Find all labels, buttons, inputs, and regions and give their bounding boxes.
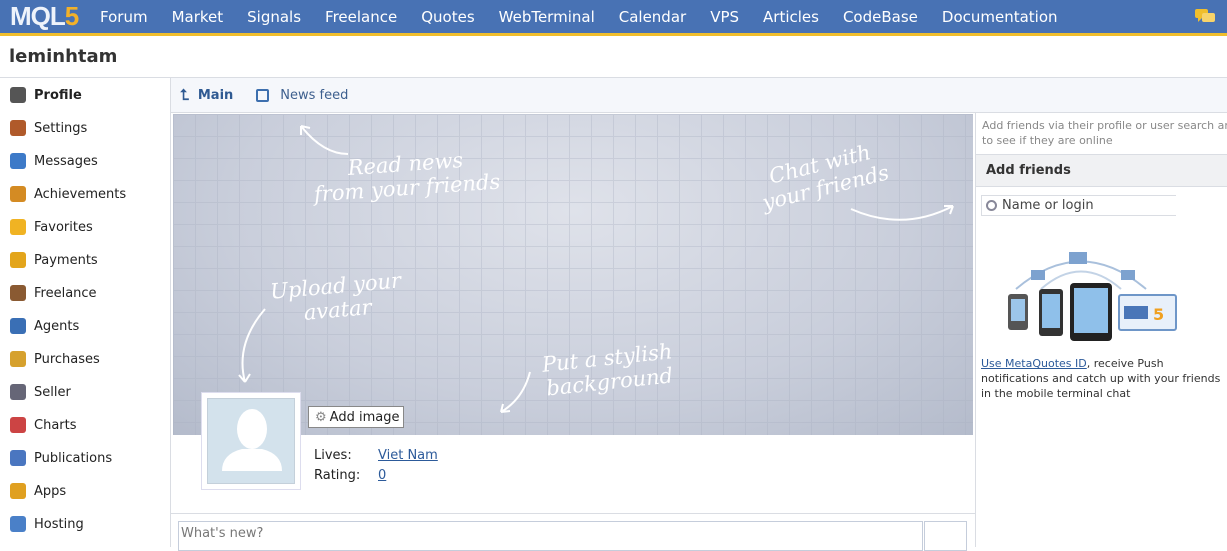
- tab-main[interactable]: ⮤ Main: [180, 86, 233, 104]
- sidebar-item-label: Apps: [34, 483, 67, 499]
- sidebar-item-seller[interactable]: Seller: [10, 382, 71, 402]
- nav-codebase[interactable]: CodeBase: [843, 8, 918, 26]
- sidebar-item-apps[interactable]: Apps: [10, 481, 66, 501]
- star-icon: [10, 219, 26, 235]
- messages-icon: [10, 153, 26, 169]
- chart-icon: [10, 417, 26, 433]
- newspaper-icon: [256, 88, 270, 102]
- svg-text:5: 5: [1153, 305, 1164, 324]
- sidebar-item-payments[interactable]: Payments: [10, 250, 98, 270]
- nav-calendar[interactable]: Calendar: [619, 8, 686, 26]
- sidebar-item-label: Agents: [34, 318, 80, 334]
- sidebar-item-freelance[interactable]: Freelance: [10, 283, 97, 303]
- avatar-placeholder-icon: [222, 409, 282, 471]
- top-nav: MQL5 Forum Market Signals Freelance Quot…: [0, 0, 1227, 36]
- sidebar-item-label: Publications: [34, 450, 113, 466]
- page-title: leminhtam: [9, 46, 118, 67]
- sidebar-item-achievements[interactable]: Achievements: [10, 184, 126, 204]
- sidebar-item-label: Hosting: [34, 516, 84, 532]
- nav-webterminal[interactable]: WebTerminal: [499, 8, 595, 26]
- add-image-button[interactable]: ⚙ Add image: [308, 406, 404, 428]
- sidebar-item-publications[interactable]: Publications: [10, 448, 112, 468]
- avatar[interactable]: [201, 392, 301, 490]
- purchases-icon: [10, 351, 26, 367]
- right-panel: Add friends via their profile or user se…: [975, 113, 1227, 547]
- nav-documentation[interactable]: Documentation: [942, 8, 1058, 26]
- medal-icon: [10, 186, 26, 202]
- apps-icon: [10, 483, 26, 499]
- sidebar-item-label: Favorites: [34, 219, 93, 235]
- sidebar-item-profile[interactable]: Profile: [10, 85, 82, 105]
- nav-freelance[interactable]: Freelance: [325, 8, 397, 26]
- sidebar: Profile Settings Messages Achievements Favor…: [0, 78, 171, 547]
- sidebar-item-charts[interactable]: Charts: [10, 415, 77, 435]
- chat-icon[interactable]: [1195, 9, 1215, 24]
- sidebar-item-label: Achievements: [34, 186, 127, 202]
- country-link[interactable]: Viet Nam: [378, 448, 438, 463]
- lives-label: Lives:: [314, 448, 352, 463]
- nav-signals[interactable]: Signals: [247, 8, 301, 26]
- add-friends-heading: Add friends: [976, 154, 1227, 187]
- user-icon: [10, 87, 26, 103]
- hosting-icon: [10, 516, 26, 532]
- sidebar-item-settings[interactable]: Settings: [10, 118, 87, 138]
- sidebar-item-label: Purchases: [34, 351, 100, 367]
- sidebar-item-label: Profile: [34, 87, 82, 103]
- sidebar-item-hosting[interactable]: Hosting: [10, 514, 84, 534]
- settings-icon: [10, 120, 26, 136]
- sidebar-item-label: Seller: [34, 384, 71, 400]
- sidebar-item-label: Settings: [34, 120, 88, 136]
- sidebar-item-favorites[interactable]: Favorites: [10, 217, 93, 237]
- add-friends-hint: Add friends via their profile or user se…: [982, 119, 1227, 147]
- mobile-devices-illustration: 5: [1008, 252, 1177, 341]
- nav-articles[interactable]: Articles: [763, 8, 819, 26]
- sidebar-item-label: Payments: [34, 252, 98, 268]
- divider: [171, 513, 976, 514]
- sidebar-item-messages[interactable]: Messages: [10, 151, 98, 171]
- seller-icon: [10, 384, 26, 400]
- briefcase-icon: [10, 285, 26, 301]
- gear-icon: [10, 318, 26, 334]
- nav-quotes[interactable]: Quotes: [421, 8, 474, 26]
- profile-tabs: ⮤ Main News feed: [171, 78, 1227, 113]
- sidebar-item-label: Charts: [34, 417, 77, 433]
- sidebar-item-purchases[interactable]: Purchases: [10, 349, 100, 369]
- gear-icon: ⚙: [315, 409, 327, 425]
- tab-news-feed[interactable]: News feed: [256, 88, 348, 103]
- metaquotes-id-link[interactable]: Use MetaQuotes ID: [981, 357, 1087, 370]
- rating-label: Rating:: [314, 468, 361, 483]
- cover-image: Read news from your friends Chat with your…: [173, 114, 973, 435]
- sidebar-item-label: Freelance: [34, 285, 97, 301]
- arrow-icons: [238, 125, 954, 413]
- nav-forum[interactable]: Forum: [100, 8, 148, 26]
- coins-icon: [10, 252, 26, 268]
- sidebar-item-agents[interactable]: Agents: [10, 316, 79, 336]
- search-icon: [986, 200, 997, 211]
- back-arrow-icon: ⮤: [180, 86, 189, 104]
- nav-vps[interactable]: VPS: [710, 8, 739, 26]
- mql5-logo[interactable]: MQL5: [0, 1, 100, 32]
- publications-icon: [10, 450, 26, 466]
- rating-link[interactable]: 0: [378, 468, 386, 483]
- friend-search-input[interactable]: Name or login: [981, 195, 1176, 216]
- nav-market[interactable]: Market: [172, 8, 224, 26]
- metaquotes-promo: Use MetaQuotes ID, receive Push notifica…: [981, 357, 1221, 400]
- sidebar-item-label: Messages: [34, 153, 98, 169]
